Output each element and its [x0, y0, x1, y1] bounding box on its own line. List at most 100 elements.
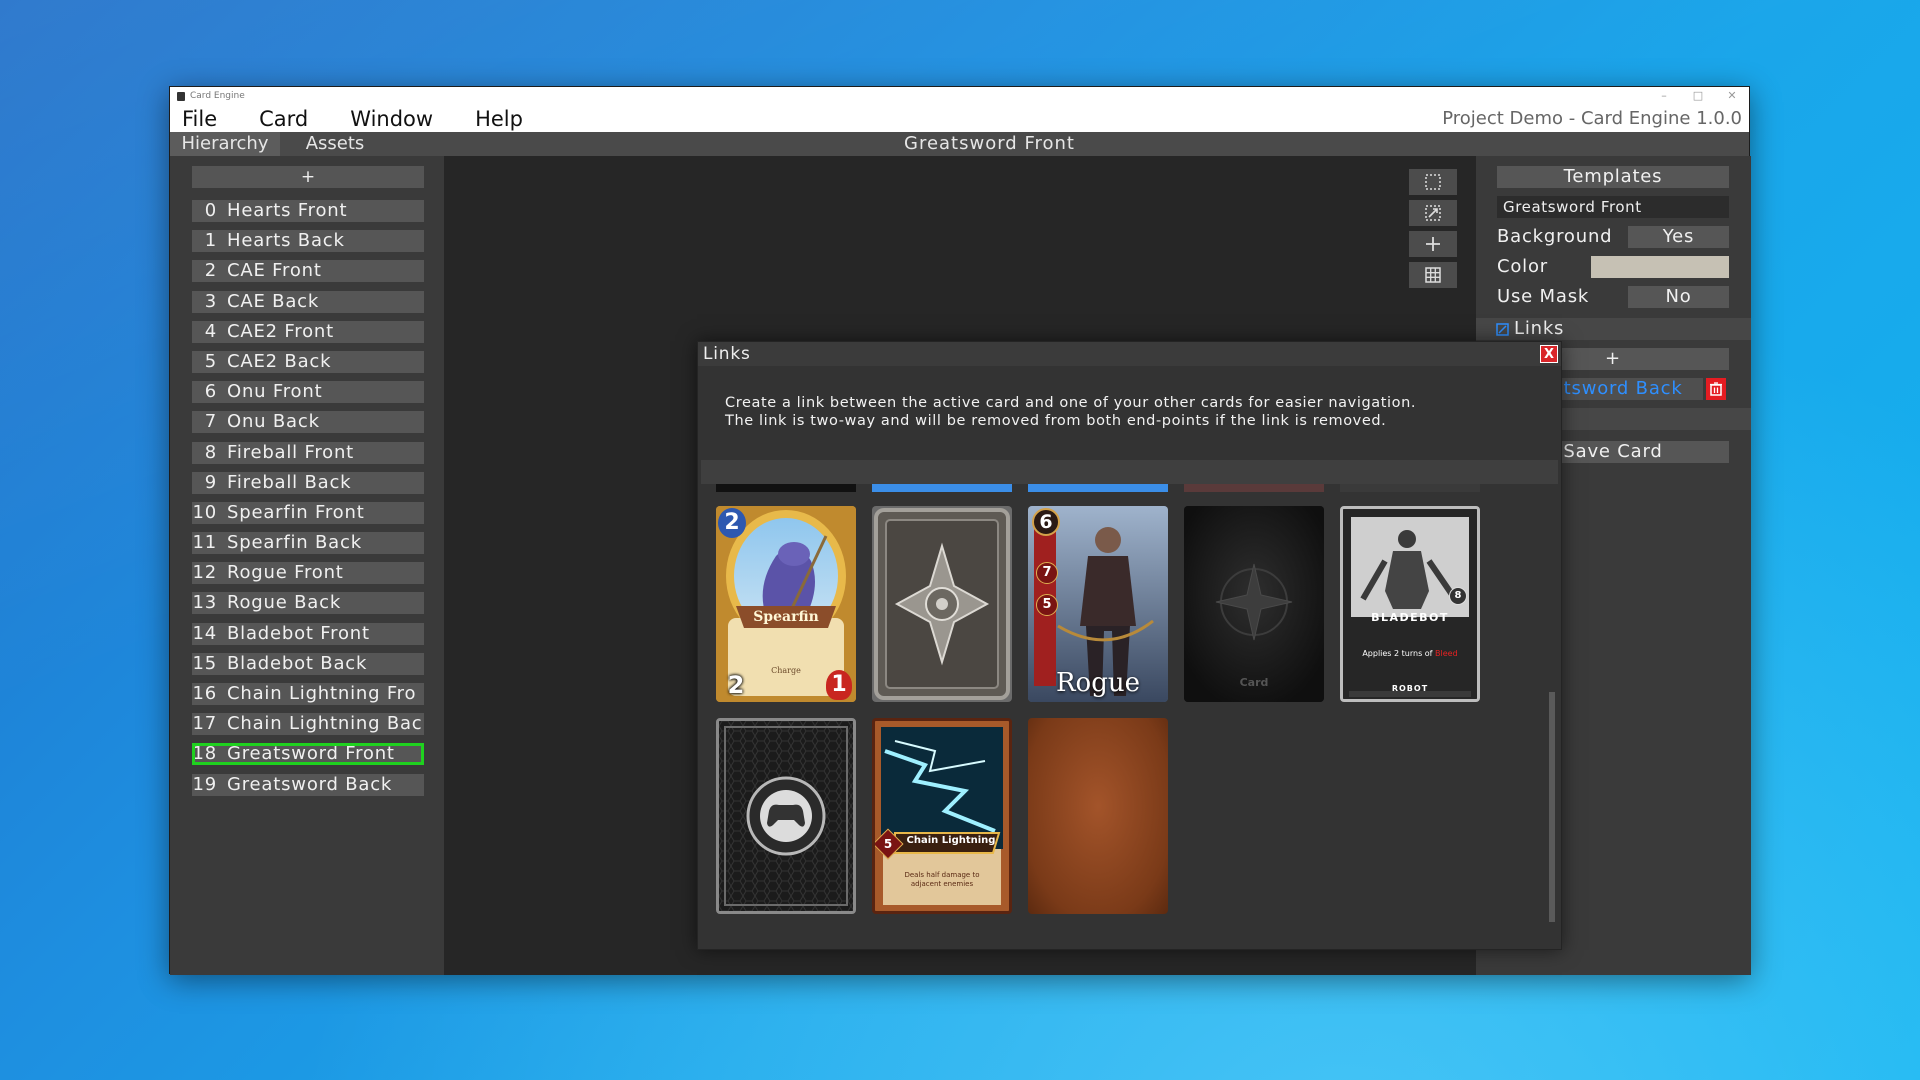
modal-description-line1: Create a link between the active card an… [725, 395, 1417, 411]
app-window: Card Engine – □ ✕ File Card Window Help … [169, 86, 1751, 975]
hierarchy-item[interactable]: 3 CAE Back [192, 290, 424, 313]
hierarchy-item-label: Hearts Back [227, 230, 345, 252]
hierarchy-item[interactable]: 16 Chain Lightning Fro [192, 683, 424, 705]
card-grid: Spearfin Charge 2 2 1 6 7 5 Rogue Card 8… [698, 484, 1553, 950]
card-thumbnail-peek[interactable] [872, 484, 1012, 492]
tool-column [1409, 169, 1463, 293]
resize-icon [1425, 205, 1441, 221]
templates-button[interactable]: Templates [1497, 166, 1729, 188]
link-icon [1496, 323, 1509, 336]
hierarchy-item-index: 19 [192, 773, 217, 795]
add-element-button[interactable] [1409, 231, 1457, 257]
hierarchy-item[interactable]: 10 Spearfin Front [192, 501, 424, 524]
hierarchy-item[interactable]: 19 Greatsword Back [192, 773, 424, 796]
background-label: Background [1497, 226, 1613, 247]
rogue-cost: 6 [1032, 508, 1060, 536]
hierarchy-item[interactable]: 14 Bladebot Front [192, 622, 424, 645]
menu-help[interactable]: Help [463, 107, 541, 131]
card-thumbnail-peek[interactable] [1184, 484, 1324, 492]
hierarchy-item[interactable]: 11 Spearfin Back [192, 532, 424, 555]
hierarchy-item[interactable]: 1 Hearts Back [192, 230, 424, 253]
color-swatch[interactable] [1591, 256, 1729, 278]
modal-close-button[interactable]: X [1540, 345, 1558, 363]
hierarchy-item-index: 12 [192, 562, 217, 584]
modal-separator [701, 460, 1558, 484]
card-thumbnail-brown[interactable] [1028, 718, 1168, 914]
card-thumbnail-greatsword-back[interactable] [872, 506, 1012, 702]
delete-link-button[interactable] [1706, 378, 1726, 400]
hierarchy-item-index: 1 [204, 230, 217, 252]
gamepad-card-art [719, 721, 853, 911]
hierarchy-item[interactable]: 7 Onu Back [192, 411, 424, 434]
hierarchy-item[interactable]: 17 Chain Lightning Bac [192, 713, 424, 736]
resize-tool-button[interactable] [1409, 200, 1457, 226]
bladebot-text-highlight: Bleed [1435, 649, 1458, 658]
hierarchy-item-index: 2 [204, 260, 217, 282]
hierarchy-item[interactable]: 0 Hearts Front [192, 200, 424, 222]
select-tool-button[interactable] [1409, 169, 1457, 195]
card-thumbnail-cae-back[interactable]: Card [1184, 506, 1324, 702]
compass-card-art [1184, 506, 1324, 702]
hierarchy-item[interactable]: 2 CAE Front [192, 260, 424, 283]
hierarchy-item[interactable]: 13 Rogue Back [192, 592, 424, 615]
spearfin-attack: 2 [727, 671, 745, 699]
card-thumbnail-peek[interactable] [1028, 484, 1168, 492]
color-label: Color [1497, 256, 1548, 277]
hierarchy-item[interactable]: 8 Fireball Front [192, 441, 424, 464]
minimize-button[interactable]: – [1647, 87, 1681, 105]
hierarchy-item-index: 10 [192, 501, 217, 523]
hierarchy-item-label: Fireball Back [227, 471, 352, 493]
card-thumbnail-rogue[interactable]: 6 7 5 Rogue [1028, 506, 1168, 702]
card-thumbnail-spearfin[interactable]: Spearfin Charge 2 2 1 [716, 506, 856, 702]
background-toggle[interactable]: Yes [1628, 226, 1729, 248]
cae-back-logo: Card [1239, 676, 1269, 689]
hierarchy-item[interactable]: 6 Onu Front [192, 381, 424, 404]
grid-icon [1425, 267, 1441, 283]
hierarchy-item-index: 5 [204, 350, 217, 372]
modal-scrollbar[interactable] [1549, 692, 1555, 922]
hierarchy-item-index: 4 [204, 320, 217, 342]
modal-header[interactable]: Links [698, 342, 1561, 366]
app-icon [177, 91, 185, 101]
menu-window[interactable]: Window [338, 107, 451, 131]
hierarchy-item[interactable]: 18 Greatsword Front [192, 743, 424, 766]
hierarchy-item[interactable]: 5 CAE2 Back [192, 350, 424, 373]
hierarchy-item-label: Chain Lightning Fro [227, 683, 417, 704]
hierarchy-item-index: 11 [192, 532, 217, 554]
hierarchy-list: 0 Hearts Front 1 Hearts Back 2 CAE Front 3 CAE … [192, 200, 424, 804]
rogue-stat-1: 7 [1036, 562, 1058, 584]
card-thumbnail-peek[interactable] [716, 484, 856, 492]
hierarchy-item-label: Rogue Back [227, 592, 342, 614]
tab-hierarchy[interactable]: Hierarchy [170, 132, 280, 156]
title-bar[interactable]: Card Engine – □ ✕ [170, 87, 1749, 105]
chain-lightning-name: Chain Lightning [906, 835, 996, 846]
app-title: Card Engine [190, 91, 245, 101]
hierarchy-item[interactable]: 4 CAE2 Front [192, 320, 424, 343]
hierarchy-item-index: 3 [204, 290, 217, 312]
maximize-button[interactable]: □ [1681, 87, 1715, 105]
menu-bar: File Card Window Help Project Demo - Car… [170, 105, 1749, 132]
hierarchy-item[interactable]: 12 Rogue Front [192, 562, 424, 585]
use-mask-toggle[interactable]: No [1628, 286, 1729, 308]
hierarchy-item-label: CAE Back [227, 290, 320, 312]
card-thumbnail-peek[interactable] [1340, 484, 1480, 492]
card-thumbnail-chain-lightning[interactable]: 5 Chain Lightning Deals half damage to a… [872, 718, 1012, 914]
grid-tool-button[interactable] [1409, 262, 1457, 288]
spearfin-health: 1 [826, 670, 852, 700]
add-card-button[interactable]: + [192, 166, 424, 188]
card-thumbnail-gamepad[interactable] [716, 718, 856, 914]
card-thumbnail-bladebot[interactable]: 8 BLADEBOT Applies 2 turns of Bleed ROBO… [1340, 506, 1480, 702]
iron-cross-card-art [874, 508, 1010, 700]
menu-file[interactable]: File [170, 107, 235, 131]
tab-assets[interactable]: Assets [280, 132, 390, 156]
rogue-stat-2: 5 [1036, 594, 1058, 616]
plus-icon [1426, 237, 1440, 251]
hierarchy-item[interactable]: 15 Bladebot Back [192, 652, 424, 675]
template-field[interactable]: Greatsword Front [1497, 196, 1729, 218]
hierarchy-item-index: 14 [192, 622, 217, 644]
modal-description-line2: The link is two-way and will be removed … [725, 413, 1387, 429]
hierarchy-item[interactable]: 9 Fireball Back [192, 471, 424, 494]
hierarchy-item-label: CAE2 Front [227, 320, 334, 342]
close-window-button[interactable]: ✕ [1715, 87, 1749, 105]
menu-card[interactable]: Card [247, 107, 326, 131]
